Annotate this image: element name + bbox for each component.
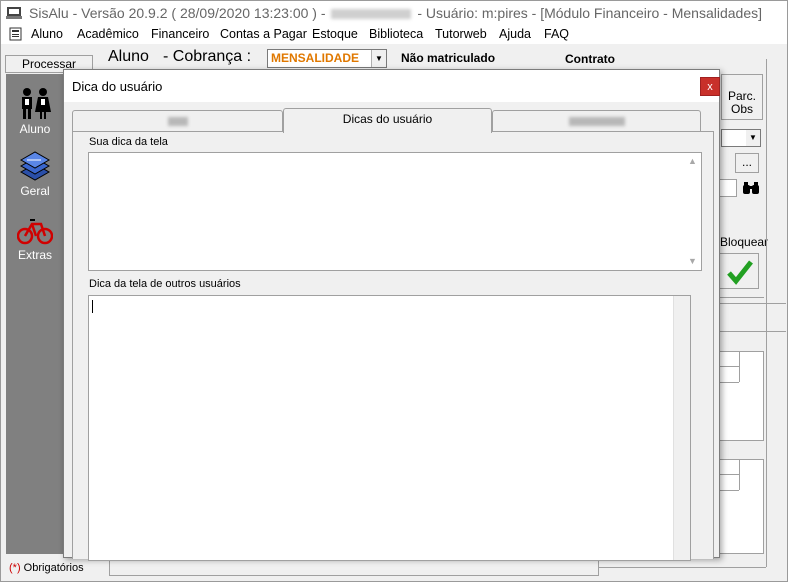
required-fields-note: (*) Obrigatórios	[9, 562, 84, 574]
sidebar-item-label: Extras	[17, 248, 52, 262]
sidebar-item-label: Geral	[20, 184, 50, 198]
redacted-text	[167, 117, 188, 127]
cobranca-label: - Cobrança :	[163, 48, 252, 65]
divider	[596, 567, 766, 568]
tab-panel: Sua dica da tela ▲ ▼ Dica da tela de out…	[72, 131, 714, 561]
sidebar-item-label: Aluno	[19, 122, 51, 136]
menu-contas-a-pagar[interactable]: Contas a Pagar	[220, 27, 307, 41]
menu-academico[interactable]: Acadêmico	[77, 27, 139, 41]
required-marker: (*)	[9, 562, 21, 574]
menu-tutorweb[interactable]: Tutorweb	[435, 27, 487, 41]
others-tip-label: Dica da tela de outros usuários	[89, 278, 241, 290]
window-title: SisAlu - Versão 20.9.2 ( 28/09/2020 13:2…	[29, 5, 762, 21]
sidebar-item-extras[interactable]: Extras	[6, 214, 64, 262]
app-icon	[6, 7, 22, 19]
scroll-down-icon[interactable]: ▼	[684, 253, 701, 270]
bloquear-label: Bloquear	[720, 235, 769, 249]
scroll-up-icon[interactable]: ▲	[684, 153, 701, 170]
menu-financeiro[interactable]: Financeiro	[151, 27, 209, 41]
user-tip-dialog: Dica do usuário x Dicas do usuário Sua d…	[63, 69, 720, 561]
redacted-text	[331, 9, 412, 20]
contrato-label: Contrato	[565, 52, 615, 66]
close-icon: x	[707, 81, 713, 93]
window-title-suffix: - Usuário: m:pires - [Módulo Financeiro …	[417, 5, 763, 21]
scrollbar[interactable]: ▲ ▼	[684, 153, 701, 270]
right-input[interactable]	[719, 179, 737, 197]
binoculars-icon[interactable]	[742, 181, 760, 195]
title-bar: SisAlu - Versão 20.9.2 ( 28/09/2020 13:2…	[1, 1, 787, 24]
close-button[interactable]: x	[700, 77, 720, 96]
parc-obs-line2: Obs	[730, 102, 753, 116]
cobranca-select[interactable]: MENSALIDADE ▼	[267, 49, 387, 68]
divider	[714, 303, 786, 304]
status-label: Não matriculado	[401, 51, 496, 65]
ellipsis-button[interactable]: ...	[735, 153, 759, 173]
stack-icon	[19, 151, 51, 181]
window-title-prefix: SisAlu - Versão 20.9.2 ( 28/09/2020 13:2…	[29, 5, 326, 21]
menu-aluno[interactable]: Aluno	[31, 27, 63, 41]
divider	[766, 59, 767, 567]
chevron-down-icon[interactable]: ▼	[746, 130, 760, 146]
menu-faq[interactable]: FAQ	[544, 27, 569, 41]
cobranca-value: MENSALIDADE	[271, 51, 360, 65]
parc-obs-button[interactable]: Parc. Obs	[721, 74, 763, 120]
sidebar-item-aluno[interactable]: Aluno	[6, 86, 64, 136]
document-icon[interactable]	[9, 27, 22, 41]
menu-ajuda[interactable]: Ajuda	[499, 27, 531, 41]
bicycle-icon	[17, 219, 53, 245]
chevron-down-icon[interactable]: ▼	[371, 50, 386, 67]
menu-estoque[interactable]: Estoque	[312, 27, 358, 41]
tab-bar: Dicas do usuário	[72, 108, 712, 133]
tab-label: Dicas do usuário	[342, 112, 433, 126]
people-icon	[22, 88, 51, 119]
sidebar-item-geral[interactable]: Geral	[6, 150, 64, 198]
aluno-label: Aluno	[108, 48, 149, 65]
tab-redacted-right[interactable]	[492, 110, 701, 132]
own-tip-label: Sua dica da tela	[89, 136, 168, 148]
divider	[714, 297, 764, 298]
tab-dicas-do-usuario[interactable]: Dicas do usuário	[283, 108, 492, 133]
confirm-button[interactable]	[719, 253, 759, 289]
checkmark-icon	[727, 260, 753, 285]
sidebar-panel: Aluno Geral Extras	[6, 74, 64, 554]
redacted-text	[568, 117, 625, 127]
required-label: Obrigatórios	[23, 562, 84, 574]
right-box-lower	[716, 459, 764, 554]
menu-biblioteca[interactable]: Biblioteca	[369, 27, 423, 41]
tab-redacted-left[interactable]	[72, 110, 283, 132]
dialog-title: Dica do usuário	[72, 79, 163, 94]
menu-bar: Aluno Acadêmico Financeiro Contas a Paga…	[1, 24, 787, 44]
dialog-title-bar: Dica do usuário	[64, 70, 719, 102]
right-box-upper	[716, 351, 764, 441]
others-tip-textarea[interactable]	[88, 295, 691, 561]
right-select[interactable]: ▼	[721, 129, 761, 147]
text-caret	[92, 300, 93, 313]
scrollbar[interactable]	[673, 296, 690, 560]
own-tip-textarea[interactable]: ▲ ▼	[88, 152, 702, 271]
divider	[714, 331, 786, 332]
